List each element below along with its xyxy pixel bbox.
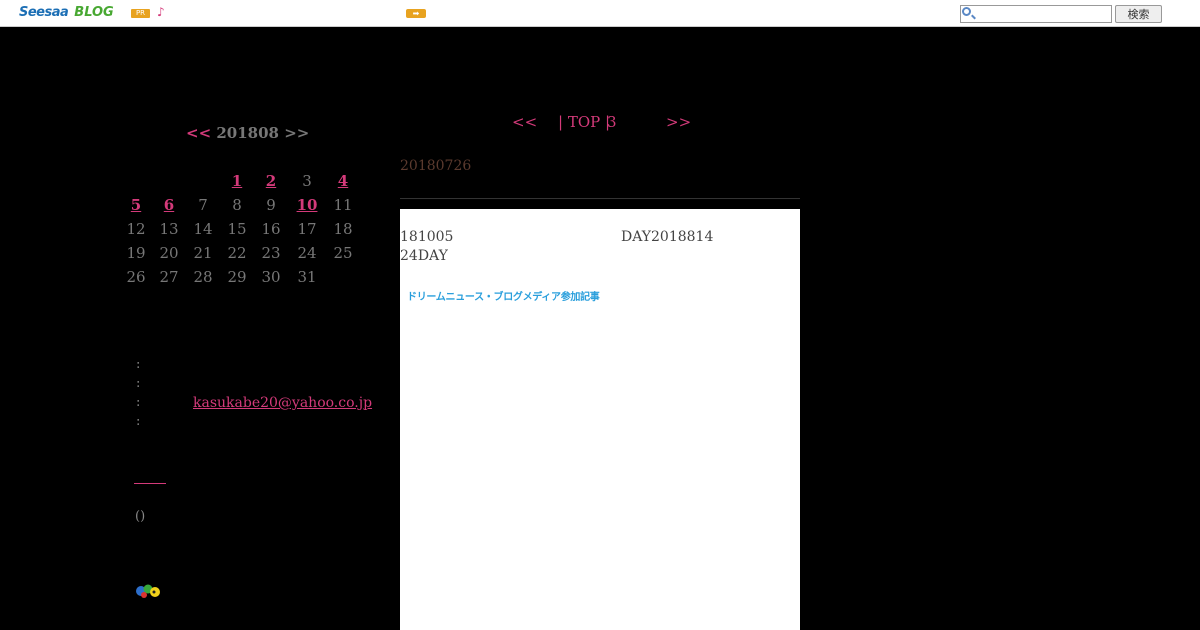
calendar-header: << 201808 >> (186, 124, 309, 142)
profile-row: : (136, 395, 141, 410)
calendar-day[interactable]: 4 (328, 172, 358, 190)
calendar-day: 23 (261, 244, 281, 262)
calendar-day[interactable]: 1 (222, 172, 252, 190)
seesaa-blog-logo[interactable]: Seesaa BLOG (19, 5, 114, 20)
logo-seesaa-text: Seesaa (19, 5, 69, 20)
calendar-day[interactable]: 5 (121, 196, 151, 214)
profile-row: : (136, 357, 141, 372)
top-bar: Seesaa BLOG PR ♪ ➡ 検索 (0, 0, 1200, 27)
calendar-day: 31 (297, 268, 317, 286)
search-input[interactable] (960, 5, 1112, 23)
search-form: 検索 (960, 5, 1162, 24)
calendar-day: 18 (333, 220, 353, 238)
profile-row: : (136, 376, 141, 391)
calendar-day: 7 (198, 196, 208, 214)
calendar-day: 13 (159, 220, 179, 238)
sidebar-divider (134, 483, 166, 484)
calendar-next-link[interactable]: >> (284, 124, 309, 142)
calendar-day: 14 (193, 220, 213, 238)
pager-prev-link[interactable]: << (512, 113, 537, 131)
calendar-day: 28 (193, 268, 213, 286)
calendar-month: 201808 (216, 124, 279, 142)
calendar-day[interactable]: 2 (256, 172, 286, 190)
blog-parts-icon[interactable] (135, 583, 161, 599)
calendar-day: 20 (159, 244, 179, 262)
profile-row: : (136, 414, 141, 429)
calendar-day: 25 (333, 244, 353, 262)
email-link[interactable]: kasukabe20@yahoo.co.jp (193, 395, 372, 411)
pager-page-number: 3 (607, 113, 617, 131)
music-note-icon[interactable]: ♪ (157, 5, 165, 19)
post-divider (400, 198, 800, 199)
post-date: 20180726 (400, 158, 472, 174)
calendar-day: 12 (126, 220, 146, 238)
calendar-day: 26 (126, 268, 146, 286)
calendar-day: 17 (297, 220, 317, 238)
post-text: 181005 (400, 229, 454, 245)
calendar-day: 29 (227, 268, 247, 286)
sidebar-paren-text: () (135, 509, 146, 524)
calendar-day: 30 (261, 268, 281, 286)
calendar-prev-link[interactable]: << (186, 124, 211, 142)
calendar-day: 21 (193, 244, 213, 262)
pager-top-link[interactable]: | TOP | (558, 113, 610, 131)
calendar-day: 11 (333, 196, 353, 214)
calendar-day: 24 (297, 244, 317, 262)
calendar-day: 15 (227, 220, 247, 238)
calendar-day: 16 (261, 220, 281, 238)
dream-news-banner[interactable]: ドリームニュース・ブログメディア参加記事 (407, 288, 600, 303)
logo-blog-text: BLOG (74, 5, 114, 20)
calendar-day[interactable]: 10 (292, 196, 322, 214)
calendar-day[interactable]: 6 (154, 196, 184, 214)
calendar-day: 27 (159, 268, 179, 286)
pager-next-link[interactable]: >> (666, 113, 691, 131)
calendar-day: 8 (232, 196, 242, 214)
calendar-day: 19 (126, 244, 146, 262)
calendar-day: 22 (227, 244, 247, 262)
pr-badge[interactable]: PR (131, 9, 150, 18)
post-text: DAY2018814 (621, 229, 714, 245)
calendar-day: 3 (302, 172, 312, 190)
calendar-day: 9 (266, 196, 276, 214)
post-body: 181005 DAY2018814 24DAY ドリームニュース・ブログメディア… (400, 209, 800, 630)
search-button[interactable]: 検索 (1115, 5, 1162, 23)
search-icon (962, 7, 971, 16)
arrow-right-icon[interactable]: ➡ (406, 9, 426, 18)
post-text: 24DAY (400, 248, 448, 264)
